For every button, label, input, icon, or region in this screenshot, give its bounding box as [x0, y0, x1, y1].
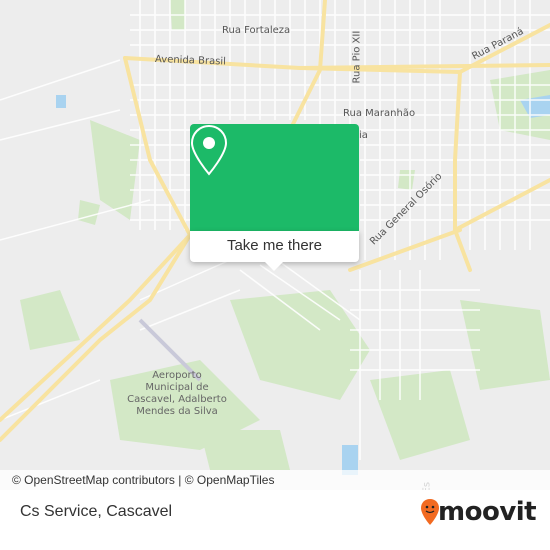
map-attribution: © OpenStreetMap contributors | © OpenMap…: [0, 470, 550, 490]
moovit-brand[interactable]: moovit: [438, 497, 537, 527]
popup-tail: [265, 262, 283, 271]
popup-header: [190, 124, 359, 231]
place-title: Cs Service, Cascavel: [20, 503, 173, 520]
moovit-logo-icon: [421, 499, 439, 525]
attribution-text[interactable]: © OpenStreetMap contributors | © OpenMap…: [0, 473, 274, 487]
popup-footer: Take me there: [190, 231, 359, 262]
street-label-rua-maranhao: Rua Maranhão: [343, 108, 416, 119]
map-pin-icon: [190, 124, 228, 176]
take-me-there-button[interactable]: Take me there: [190, 231, 359, 262]
map[interactable]: Rua Fortaleza Avenida Brasil Rua Pio XII…: [0, 0, 550, 490]
street-label-partial: ia: [359, 130, 368, 141]
street-label-rua-fortaleza: Rua Fortaleza: [222, 25, 291, 36]
location-popup: Take me there: [190, 124, 359, 271]
street-label-rua-pio-xii: Rua Pio XII: [351, 30, 363, 84]
poi-label-airport: Aeroporto Municipal de Cascavel, Adalber…: [127, 370, 227, 417]
